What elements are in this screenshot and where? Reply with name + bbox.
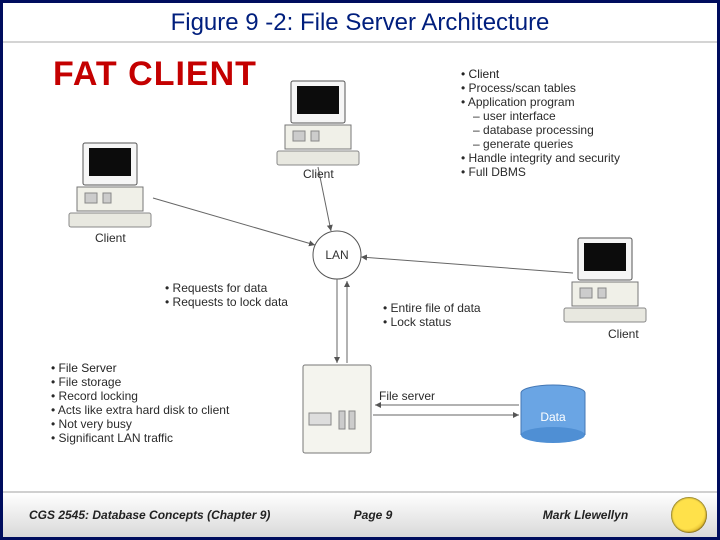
footer-center: Page 9 [292, 508, 454, 522]
list-item: Handle integrity and security [461, 151, 620, 165]
client-bullet-list: Client Process/scan tables Application p… [461, 67, 620, 179]
list-item: generate queries [461, 137, 620, 151]
client-left-label: Client [95, 231, 126, 245]
footer-left: CGS 2545: Database Concepts (Chapter 9) [3, 508, 292, 522]
list-item: user interface [461, 109, 620, 123]
returns-bullet-list: Entire file of data Lock status [383, 301, 481, 329]
list-item: database processing [461, 123, 620, 137]
list-item: Acts like extra hard disk to client [51, 403, 229, 417]
client-top-label: Client [303, 167, 334, 181]
list-item: Record locking [51, 389, 229, 403]
fileserver-heading: File Server [51, 361, 229, 375]
school-seal-icon [671, 497, 707, 533]
list-item: Requests for data [165, 281, 288, 295]
file-server-label: File server [379, 389, 435, 403]
list-item: Requests to lock data [165, 295, 288, 309]
list-item: File storage [51, 375, 229, 389]
list-item: Significant LAN traffic [51, 431, 229, 445]
list-item: Application program [461, 95, 620, 109]
client-heading: Client [461, 67, 620, 81]
list-item: Entire file of data [383, 301, 481, 315]
slide-frame: Figure 9 -2: File Server Architecture FA… [0, 0, 720, 540]
svg-text:Data: Data [540, 410, 566, 424]
lan-label: LAN [325, 248, 348, 262]
list-item: Full DBMS [461, 165, 620, 179]
client-right-label: Client [608, 327, 639, 341]
fileserver-bullet-list: File Server File storage Record locking … [51, 361, 229, 445]
diagram-canvas: FAT CLIENT LAN [3, 43, 717, 483]
list-item: Not very busy [51, 417, 229, 431]
requests-bullet-list: Requests for data Requests to lock data [165, 281, 288, 309]
list-item: Process/scan tables [461, 81, 620, 95]
list-item: Lock status [383, 315, 481, 329]
slide-title: Figure 9 -2: File Server Architecture [3, 3, 717, 43]
slide-footer: CGS 2545: Database Concepts (Chapter 9) … [3, 491, 717, 537]
